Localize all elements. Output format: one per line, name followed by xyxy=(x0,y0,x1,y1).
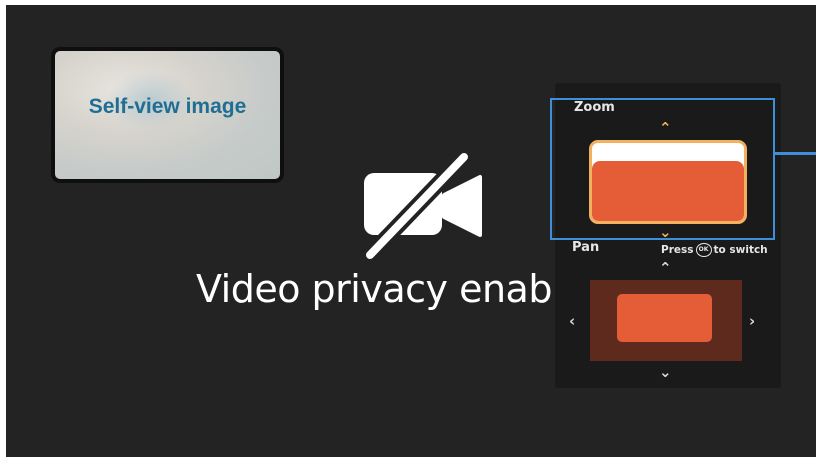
zoom-callout-highlight xyxy=(550,98,775,240)
privacy-message: Video privacy enabled xyxy=(196,267,609,311)
pan-label: Pan xyxy=(572,240,600,255)
ok-button-icon: OK xyxy=(695,243,712,257)
video-screen: Self-view image Video privacy enabled Zo… xyxy=(6,5,816,457)
callout-line xyxy=(775,152,816,155)
pan-right-chevron-right-icon[interactable]: › xyxy=(749,314,755,329)
pan-viewport-window[interactable] xyxy=(617,294,712,342)
hint-prefix: Press xyxy=(661,244,694,256)
self-view-label: Self-view image xyxy=(88,95,247,118)
self-view-thumbnail: Self-view image xyxy=(51,47,284,183)
camera-off-icon xyxy=(362,151,482,261)
hint-suffix: to switch xyxy=(713,244,768,256)
pan-area[interactable] xyxy=(590,280,742,361)
switch-hint: Press OK to switch xyxy=(661,243,768,257)
pan-down-chevron-down-icon[interactable]: ⌄ xyxy=(659,365,672,380)
pan-up-chevron-up-icon[interactable]: ⌃ xyxy=(659,261,672,276)
pan-left-chevron-left-icon[interactable]: ‹ xyxy=(569,314,575,329)
